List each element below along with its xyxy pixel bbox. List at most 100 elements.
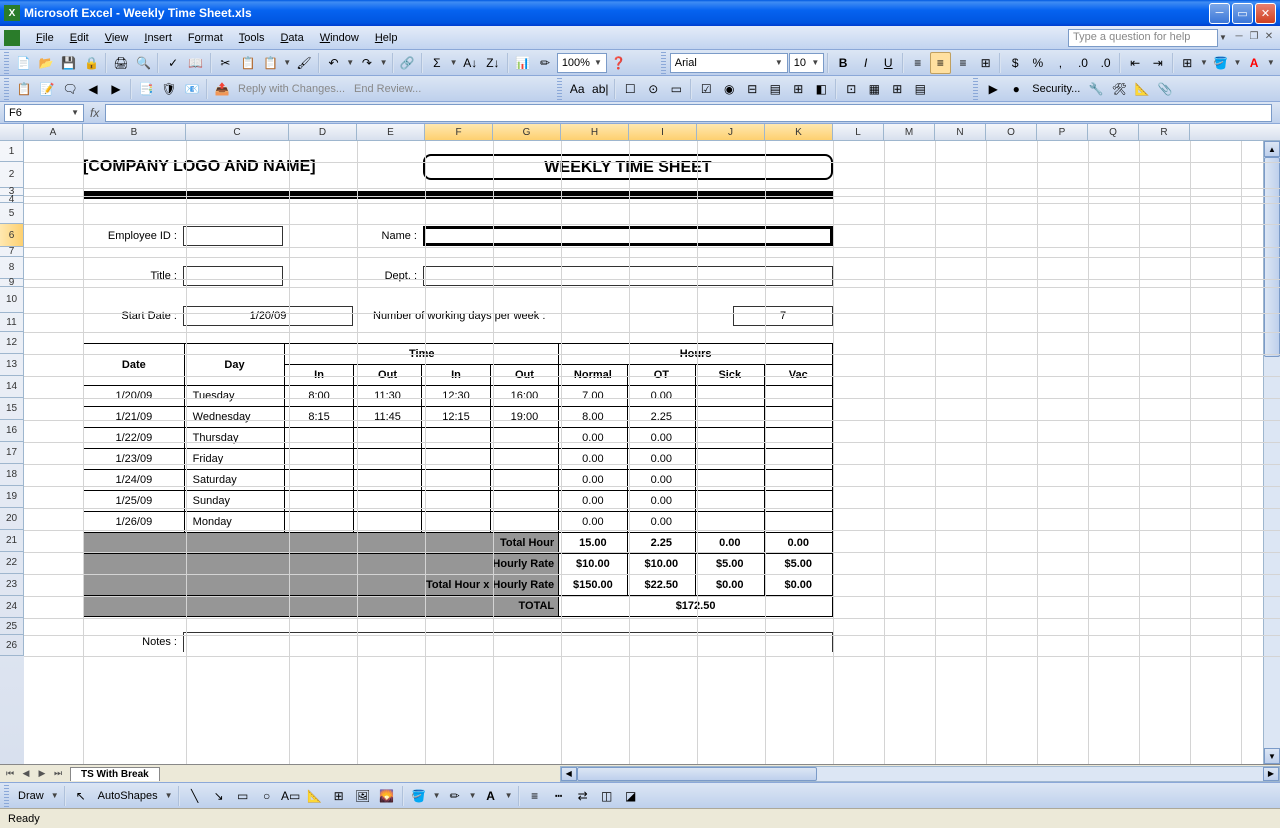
row-header-9[interactable]: 9 [0, 279, 24, 287]
reply-changes-button[interactable]: Reply with Changes... [234, 83, 349, 95]
row-header-18[interactable]: 18 [0, 464, 24, 486]
forms-button[interactable]: ☐ [619, 78, 641, 100]
toolbar-grip[interactable] [661, 52, 666, 74]
increase-decimal-button[interactable]: .0 [1072, 52, 1094, 74]
forms-button[interactable]: ⊙ [642, 78, 664, 100]
review-button[interactable]: 📑 [135, 78, 157, 100]
txr-vac[interactable]: $0.00 [764, 575, 832, 596]
fill-button[interactable]: 🪣 [408, 785, 430, 807]
review-button[interactable]: 🛡 [158, 78, 180, 100]
col-header-O[interactable]: O [986, 124, 1037, 140]
redo-button[interactable]: ↷ [356, 52, 378, 74]
sort-desc-button[interactable]: Z↓ [482, 52, 504, 74]
scroll-up-icon[interactable]: ▲ [1264, 141, 1280, 157]
cell-in1[interactable] [285, 470, 353, 491]
cell-vac[interactable] [764, 386, 832, 407]
increase-indent-button[interactable]: ⇥ [1147, 52, 1169, 74]
totalhour-ot[interactable]: 2.25 [627, 533, 695, 554]
txr-normal[interactable]: $150.00 [559, 575, 627, 596]
row-header-8[interactable]: 8 [0, 257, 24, 279]
italic-button[interactable]: I [855, 52, 877, 74]
toolbar-grip[interactable] [557, 78, 562, 100]
zoom-combo[interactable]: 100%▼ [557, 53, 607, 73]
font-color-button[interactable]: A [1243, 52, 1265, 74]
help-search-input[interactable]: Type a question for help [1068, 29, 1218, 47]
cell-ot[interactable]: 0.00 [627, 386, 695, 407]
cell-day[interactable]: Saturday [184, 470, 285, 491]
link-button[interactable]: 🔗 [397, 52, 419, 74]
row-header-11[interactable]: 11 [0, 313, 24, 332]
days-input[interactable]: 7 [733, 306, 833, 326]
review-button[interactable]: ▶ [105, 78, 127, 100]
preview-button[interactable]: 🔍 [133, 52, 155, 74]
shadow-button[interactable]: ◫ [596, 785, 618, 807]
startdate-input[interactable]: 1/20/09 [183, 306, 353, 326]
macro-button[interactable]: 🛠 [1108, 78, 1130, 100]
undo-button[interactable]: ↶ [323, 52, 345, 74]
row-header-7[interactable]: 7 [0, 247, 24, 257]
txr-sick[interactable]: $0.00 [696, 575, 764, 596]
col-header-F[interactable]: F [425, 124, 493, 140]
cell-date[interactable]: 1/20/09 [84, 386, 185, 407]
tab-prev-icon[interactable]: ◀ [18, 766, 34, 782]
borders-dropdown-icon[interactable]: ▼ [1199, 58, 1209, 67]
row-header-15[interactable]: 15 [0, 398, 24, 420]
autosum-dropdown-icon[interactable]: ▼ [449, 58, 459, 67]
cell-vac[interactable] [764, 428, 832, 449]
menu-tools[interactable]: Tools [231, 30, 273, 46]
col-header-C[interactable]: C [186, 124, 289, 140]
row-header-17[interactable]: 17 [0, 442, 24, 464]
textbox-button[interactable]: A▭ [280, 785, 302, 807]
help-dropdown-icon[interactable]: ▼ [1218, 33, 1228, 42]
cell-normal[interactable]: 0.00 [559, 470, 627, 491]
row-header-20[interactable]: 20 [0, 508, 24, 530]
merge-button[interactable]: ⊞ [975, 52, 997, 74]
copy-button[interactable]: 📋 [237, 52, 259, 74]
toolbar-grip[interactable] [4, 52, 9, 74]
cell-in2[interactable]: 12:15 [422, 407, 490, 428]
dash-style-button[interactable]: ┅ [548, 785, 570, 807]
bold-button[interactable]: B [832, 52, 854, 74]
cell-out1[interactable] [353, 449, 421, 470]
row-header-25[interactable]: 25 [0, 618, 24, 635]
research-button[interactable]: 📖 [185, 52, 207, 74]
cell-date[interactable]: 1/24/09 [84, 470, 185, 491]
minimize-button[interactable]: ─ [1209, 3, 1230, 24]
col-header-K[interactable]: K [765, 124, 833, 140]
row-header-1[interactable]: 1 [0, 141, 24, 162]
fontcolor-dropdown-icon[interactable]: ▼ [1266, 58, 1276, 67]
font-color-button[interactable]: A [480, 785, 502, 807]
new-button[interactable]: 📄 [13, 52, 35, 74]
cell-out1[interactable]: 11:30 [353, 386, 421, 407]
cell-ot[interactable]: 0.00 [627, 428, 695, 449]
review-button[interactable]: 📝 [36, 78, 58, 100]
cell-out1[interactable] [353, 470, 421, 491]
col-header-R[interactable]: R [1139, 124, 1190, 140]
rate-ot[interactable]: $10.00 [627, 554, 695, 575]
select-button[interactable]: ↖ [70, 785, 92, 807]
cell-sick[interactable] [696, 386, 764, 407]
row-header-14[interactable]: 14 [0, 376, 24, 398]
align-left-button[interactable]: ≡ [907, 52, 929, 74]
name-box[interactable]: F6▼ [4, 104, 84, 122]
cell-sick[interactable] [696, 428, 764, 449]
row-header-13[interactable]: 13 [0, 354, 24, 376]
forms-button[interactable]: ▤ [909, 78, 931, 100]
title-input[interactable] [183, 266, 283, 286]
decrease-decimal-button[interactable]: .0 [1095, 52, 1117, 74]
forms-button[interactable]: ⊡ [840, 78, 862, 100]
forms-button[interactable]: ☑ [695, 78, 717, 100]
forms-button[interactable]: ▤ [764, 78, 786, 100]
cell-out2[interactable]: 16:00 [490, 386, 558, 407]
row-header-2[interactable]: 2 [0, 162, 24, 188]
undo-dropdown-icon[interactable]: ▼ [345, 58, 355, 67]
review-button[interactable]: 📧 [181, 78, 203, 100]
name-input[interactable] [423, 226, 833, 246]
doc-minimize-button[interactable]: ─ [1232, 31, 1246, 45]
menu-data[interactable]: Data [272, 30, 311, 46]
scroll-left-icon[interactable]: ◀ [561, 767, 577, 781]
menu-file[interactable]: File [28, 30, 62, 46]
toolbar-grip[interactable] [4, 785, 9, 807]
sheet-tab[interactable]: TS With Break [70, 767, 160, 781]
borders-button[interactable]: ⊞ [1177, 52, 1199, 74]
